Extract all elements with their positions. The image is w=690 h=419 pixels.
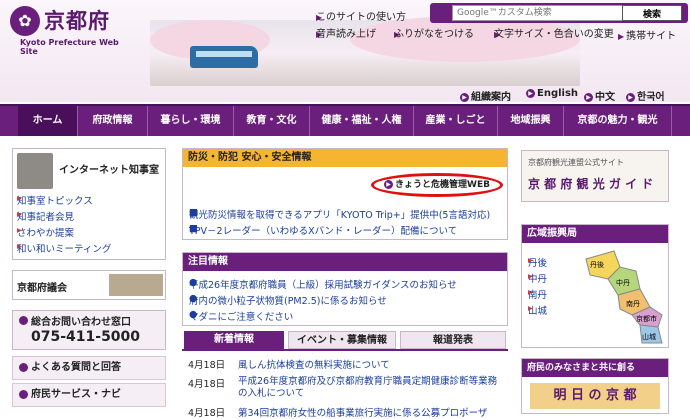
faq-link[interactable]: よくある質問と回答 [12,356,166,380]
future-kyoto-panel: 府民のみなさまと共に創る 明 日 の 京 都 [521,358,669,414]
meeting-link[interactable]: ▸ 和い和いミーティング [17,241,111,255]
region-title: 広域振興局 [522,225,668,243]
kyoto-region-map[interactable]: 丹後 中丹 南丹 京都市 山城 [584,249,666,345]
news-date: 4月18日 [188,379,226,390]
site-header: ✿ 京都府 Kyoto Prefecture Web Site ▶ このサイトの使… [0,0,690,103]
news-list: 4月18日 風しん抗体検査の無料実施について 4月18日 平成26年度京都府及び… [182,349,508,419]
tab-events[interactable]: イベント・募集情報 [288,331,396,349]
safety-title: 防災・防犯 安心・安全情報 [183,149,507,167]
notices-title: 注目情報 [183,253,507,271]
search-button[interactable]: 検索 [622,5,682,21]
site-logo[interactable]: ✿ 京都府 Kyoto Prefecture Web Site [10,6,130,56]
region-link[interactable]: ▸ 丹後 [528,255,547,269]
press-conference-link[interactable]: ▸ 知事記者会見 [17,209,74,223]
bullet-icon [19,316,28,325]
nav-living[interactable]: 暮らし・環境 [148,106,234,136]
nav-home[interactable]: ホーム [18,106,78,136]
service-navi-link[interactable]: 府民サービス・ナビ [12,383,166,407]
map-label: 中丹 [616,278,630,287]
logo-name: 京都府 [44,9,110,33]
map-label: 南丹 [626,299,640,308]
korean-link[interactable]: ▶ 한국어 [626,88,665,103]
assembly-banner[interactable]: 京都府議会 [12,270,166,300]
region-link[interactable]: ▸ 山城 [528,303,547,317]
region-link[interactable]: ▸ 南丹 [528,287,547,301]
governor-title: インターネット知事室 [59,165,159,176]
region-panel: 広域振興局 ▸ 丹後 ▸ 中丹 ▸ 南丹 ▸ 山城 丹後 中丹 南丹 京都市 山城 [521,224,669,348]
news-link[interactable]: 風しん抗体検査の無料実施について [238,357,390,371]
train-image [190,46,258,68]
nav-health[interactable]: 健康・福祉・人権 [310,106,414,136]
crisis-management-link[interactable]: ▶ きょうと危機管理WEB [371,173,503,197]
map-label: 山城 [642,332,656,341]
governor-panel: インターネット知事室 ▸ 知事室トピックス ▸ 知事記者会見 ▸ さわやか提案 ▸ 和い… [12,148,166,260]
notices-panel: 注目情報 ● 平成26年度京都府職員（上級）採用試験ガイダンスのお知らせ ● 府内の… [182,252,508,326]
proposal-link[interactable]: ▸ さわやか提案 [17,225,74,239]
tourism-title: 京 都 府 観 光 ガ イ ド [528,177,654,191]
assembly-image [109,274,163,296]
org-guide-link[interactable]: ▶ 組織案内 [460,88,511,103]
english-link[interactable]: ▶ English [526,88,578,102]
nav-tourism[interactable]: 京都の魅力・観光 [564,106,672,136]
search-bar: 検索 [430,3,688,23]
map-label: 京都市 [636,314,657,323]
notice-item[interactable]: ● 府内の微小粒子状物質(PM2.5)に係るお知らせ [189,293,387,307]
nav-government[interactable]: 府政情報 [78,106,148,136]
map-label: 丹後 [590,260,604,269]
contact-phone: 075-411-5000 [31,329,141,345]
news-date: 4月18日 [188,360,226,371]
tab-press[interactable]: 報道発表 [400,331,506,349]
assembly-label: 京都府議会 [17,283,67,294]
notice-item[interactable]: ● マダニにご注意ください [189,309,293,323]
safety-link-radar[interactable]: ■ TPV－2レーダー（いわゆるXバンド・レーダー）配備について [189,223,457,237]
notice-item[interactable]: ● 平成26年度京都府職員（上級）採用試験ガイダンスのお知らせ [189,277,457,291]
nav-education[interactable]: 教育・文化 [234,106,310,136]
contact-title: 総合お問い合わせ窓口 [31,317,131,328]
news-link[interactable]: 平成26年度京都府及び京都府教育庁職員定期健康診断等業務の入札について [238,376,502,400]
logo-subtitle: Kyoto Prefecture Web Site [20,38,119,56]
governor-photo [17,153,53,189]
search-input[interactable] [452,5,624,21]
nav-region[interactable]: 地域振興 [498,106,564,136]
prefecture-emblem-icon: ✿ [10,6,40,36]
region-link[interactable]: ▸ 中丹 [528,271,547,285]
main-nav: ホーム 府政情報 暮らし・環境 教育・文化 健康・福祉・人権 産業・しごと 地域… [0,104,690,136]
chinese-link[interactable]: ▶ 中文 [584,88,615,103]
contact-box[interactable]: 総合お問い合わせ窓口 075-411-5000 [12,310,166,350]
tourism-guide-banner[interactable]: 京都府観光連盟公式サイト 京 都 府 観 光 ガ イ ド [521,150,669,202]
tab-new[interactable]: 新着情報 [184,331,284,349]
mobile-site-link[interactable]: ▶ 携帯サイト [618,27,676,42]
asu-no-kyoto-banner[interactable]: 明 日 の 京 都 [530,383,660,409]
safety-link-app[interactable]: ■ 観光防災情報を取得できるアプリ「KYOTO Trip+」提供中(5言語対応) [189,207,490,221]
tourism-subtitle: 京都府観光連盟公式サイト [528,158,624,167]
safety-panel: 防災・防犯 安心・安全情報 ▶ きょうと危機管理WEB ■ 観光防災情報を取得できる… [182,148,508,240]
nav-industry[interactable]: 産業・しごと [414,106,498,136]
future-title: 府民のみなさまと共に創る [522,359,668,377]
governor-topics-link[interactable]: ▸ 知事室トピックス [17,193,93,207]
